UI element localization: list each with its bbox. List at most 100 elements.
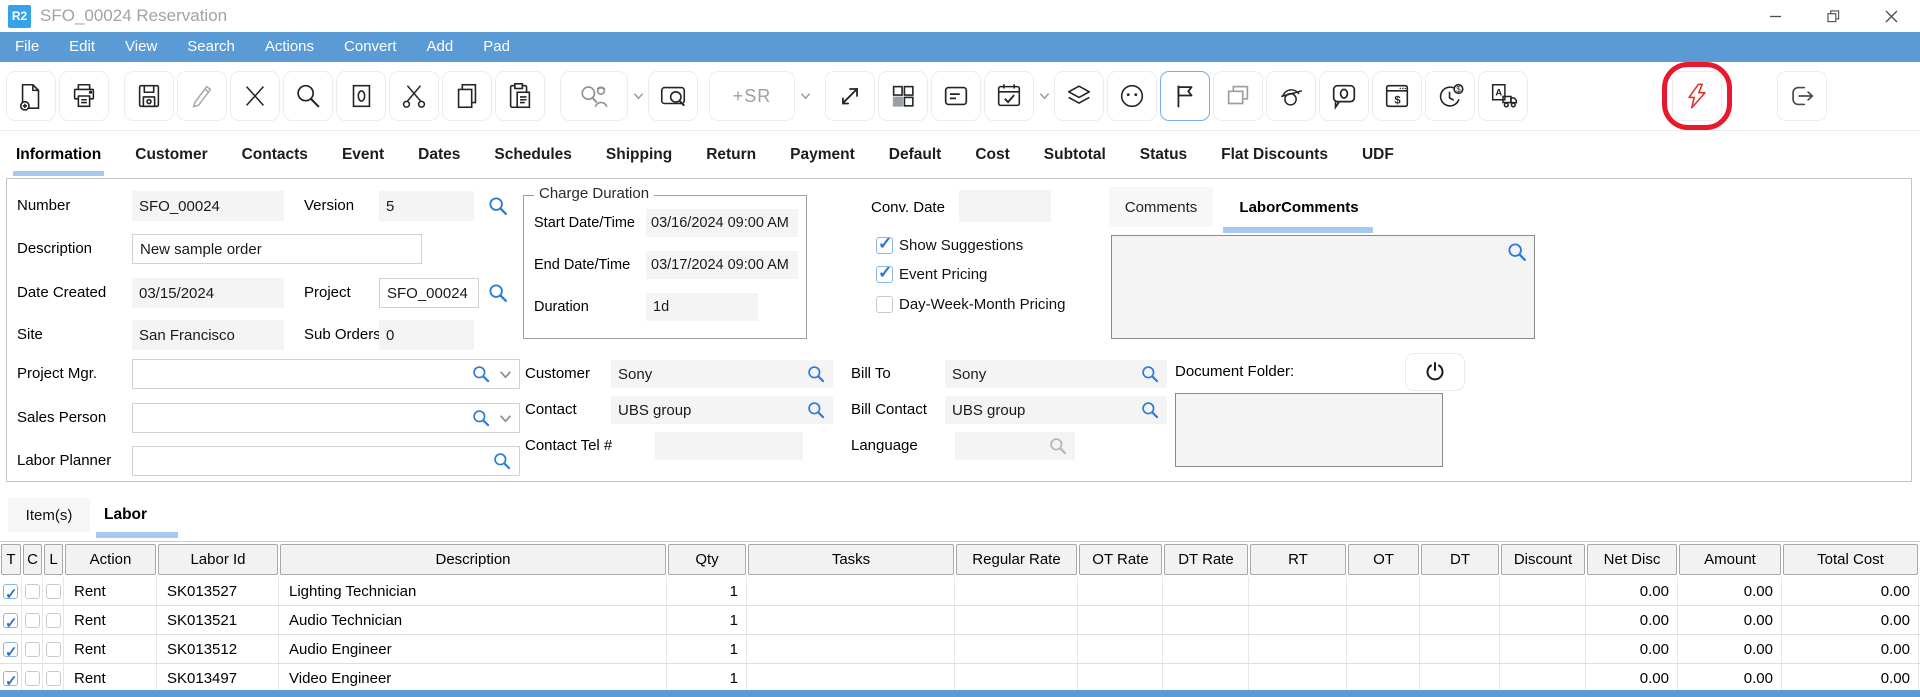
contact-tel-field[interactable] xyxy=(655,432,803,460)
menu-add[interactable]: Add xyxy=(412,32,469,62)
row-c-checkbox[interactable] xyxy=(25,584,40,599)
col-header-dt[interactable]: DT xyxy=(1421,544,1499,575)
tab-schedules[interactable]: Schedules xyxy=(494,146,572,164)
calendar-schedule-button[interactable] xyxy=(984,71,1034,121)
rate-history-button[interactable] xyxy=(1425,71,1475,121)
save-button[interactable] xyxy=(124,71,174,121)
col-header-net-disc[interactable]: Net Disc xyxy=(1587,544,1677,575)
search-icon[interactable] xyxy=(471,364,491,384)
paste-button[interactable] xyxy=(495,71,545,121)
menu-pad[interactable]: Pad xyxy=(468,32,525,62)
tab-customer[interactable]: Customer xyxy=(135,146,207,164)
search-icon[interactable] xyxy=(492,451,512,471)
contact-field[interactable]: UBS group xyxy=(611,396,833,424)
row-c-checkbox[interactable] xyxy=(25,613,40,628)
calendar-dropdown[interactable] xyxy=(1037,92,1052,100)
tab-items[interactable]: Item(s) xyxy=(8,498,90,532)
document-folder-power-button[interactable] xyxy=(1405,353,1465,391)
exit-button[interactable] xyxy=(1777,71,1827,121)
col-header-ot-rate[interactable]: OT Rate xyxy=(1079,544,1162,575)
add-sr-dropdown[interactable] xyxy=(798,92,813,100)
layers-button[interactable] xyxy=(1054,71,1104,121)
minimize-button[interactable] xyxy=(1746,0,1804,32)
tab-labor[interactable]: Labor xyxy=(104,498,147,532)
tab-contacts[interactable]: Contacts xyxy=(242,146,308,164)
new-document-button[interactable] xyxy=(6,71,56,121)
tab-return[interactable]: Return xyxy=(706,146,756,164)
tab-status[interactable]: Status xyxy=(1140,146,1187,164)
col-header-l[interactable]: L xyxy=(44,544,63,575)
col-header-regular-rate[interactable]: Regular Rate xyxy=(956,544,1077,575)
cut-button[interactable] xyxy=(389,71,439,121)
table-row[interactable]: Rent SK013497 Video Engineer 1 0.00 0.00… xyxy=(0,664,1920,693)
sub-orders-field[interactable]: 0 xyxy=(379,320,474,350)
row-l-checkbox[interactable] xyxy=(46,671,61,686)
option-show-suggestions[interactable]: Show Suggestions xyxy=(876,237,1023,254)
tab-labor-comments[interactable]: LaborComments xyxy=(1229,187,1369,227)
date-created-field[interactable]: 03/15/2024 xyxy=(132,278,284,308)
duration-field[interactable]: 1d xyxy=(646,293,758,321)
row-l-checkbox[interactable] xyxy=(46,613,61,628)
row-t-checkbox[interactable] xyxy=(3,671,18,686)
search-icon[interactable] xyxy=(806,364,826,384)
comments-search-icon[interactable] xyxy=(1506,241,1528,263)
start-datetime-field[interactable]: 03/16/2024 09:00 AM xyxy=(646,209,798,237)
col-header-t[interactable]: T xyxy=(1,544,21,575)
event-pricing-checkbox[interactable] xyxy=(876,266,893,283)
add-sr-button[interactable]: +SR xyxy=(709,71,795,121)
tab-cost[interactable]: Cost xyxy=(975,146,1009,164)
search-icon[interactable] xyxy=(1140,400,1160,420)
col-header-rt[interactable]: RT xyxy=(1250,544,1346,575)
sales-person-field[interactable] xyxy=(132,403,520,433)
crew-button[interactable] xyxy=(1266,71,1316,121)
number-field[interactable]: SFO_00024 xyxy=(132,191,284,221)
menu-edit[interactable]: Edit xyxy=(54,32,110,62)
duplicate-window-button[interactable] xyxy=(1213,71,1263,121)
chevron-down-icon[interactable] xyxy=(499,414,512,423)
delivery-document-button[interactable] xyxy=(1478,71,1528,121)
show-suggestions-checkbox[interactable] xyxy=(876,237,893,254)
tab-udf[interactable]: UDF xyxy=(1362,146,1394,164)
row-c-checkbox[interactable] xyxy=(25,671,40,686)
row-t-checkbox[interactable] xyxy=(3,584,18,599)
tab-shipping[interactable]: Shipping xyxy=(606,146,672,164)
labor-comments-textarea[interactable] xyxy=(1111,235,1535,339)
menu-file[interactable]: File xyxy=(0,32,54,62)
tab-subtotal[interactable]: Subtotal xyxy=(1044,146,1106,164)
close-button[interactable] xyxy=(1862,0,1920,32)
version-search-icon[interactable] xyxy=(487,195,509,217)
project-search-icon[interactable] xyxy=(487,282,509,304)
language-field[interactable] xyxy=(955,432,1075,460)
row-l-checkbox[interactable] xyxy=(46,642,61,657)
col-header-action[interactable]: Action xyxy=(65,544,156,575)
tab-flat-discounts[interactable]: Flat Discounts xyxy=(1221,146,1328,164)
chevron-down-icon[interactable] xyxy=(499,370,512,379)
col-header-total-cost[interactable]: Total Cost xyxy=(1783,544,1918,575)
col-header-labor-id[interactable]: Labor Id xyxy=(158,544,278,575)
conv-date-field[interactable] xyxy=(959,190,1051,222)
copy-button[interactable] xyxy=(442,71,492,121)
tab-information[interactable]: Information xyxy=(16,146,101,164)
comment-history-button[interactable] xyxy=(1319,71,1369,121)
site-field[interactable]: San Francisco xyxy=(132,320,284,350)
customer-field[interactable]: Sony xyxy=(611,360,833,388)
col-header-qty[interactable]: Qty xyxy=(668,544,746,575)
option-event-pricing[interactable]: Event Pricing xyxy=(876,266,987,283)
col-header-amount[interactable]: Amount xyxy=(1679,544,1781,575)
labor-planner-field[interactable] xyxy=(132,446,520,476)
copy-special-button[interactable] xyxy=(336,71,386,121)
view-search-button[interactable] xyxy=(648,71,698,121)
day-week-month-checkbox[interactable] xyxy=(876,296,893,313)
bill-contact-field[interactable]: UBS group xyxy=(945,396,1167,424)
tab-default[interactable]: Default xyxy=(889,146,942,164)
col-header-dt-rate[interactable]: DT Rate xyxy=(1164,544,1248,575)
menu-convert[interactable]: Convert xyxy=(329,32,412,62)
row-t-checkbox[interactable] xyxy=(3,642,18,657)
billing-window-button[interactable] xyxy=(1372,71,1422,121)
col-header-ot[interactable]: OT xyxy=(1348,544,1419,575)
search-icon[interactable] xyxy=(471,408,491,428)
search-icon[interactable] xyxy=(1140,364,1160,384)
menu-view[interactable]: View xyxy=(110,32,172,62)
version-field[interactable]: 5 xyxy=(379,191,474,221)
tab-payment[interactable]: Payment xyxy=(790,146,855,164)
